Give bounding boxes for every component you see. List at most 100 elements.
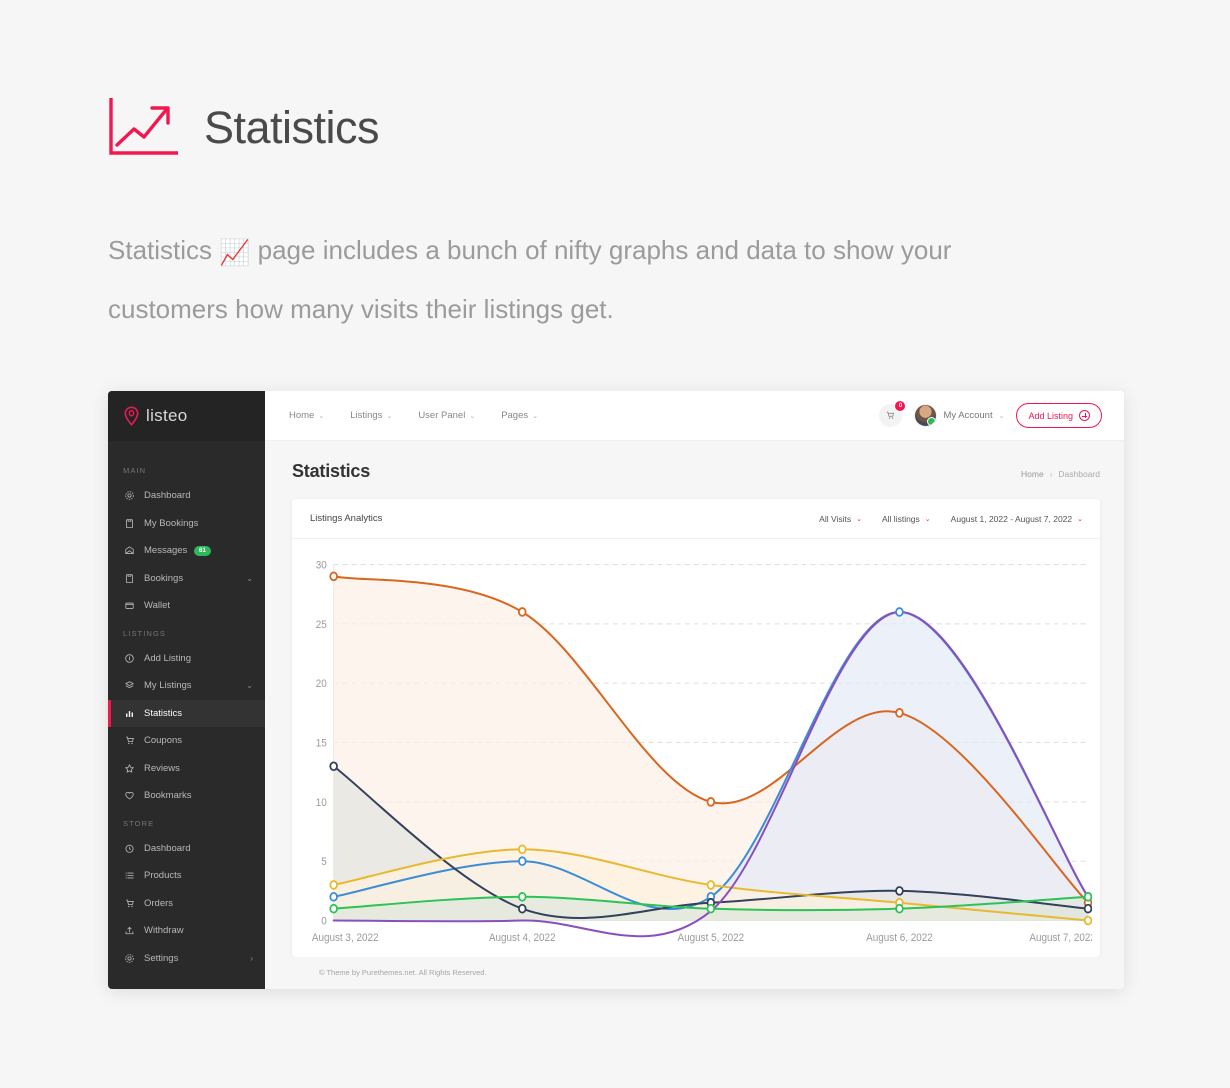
sidebar-label: Products	[144, 870, 182, 882]
page-body: Statistics Home › Dashboard Listings Ana…	[265, 441, 1124, 989]
sidebar-label: Messages	[144, 545, 188, 557]
chart-container: 0 5 10 15 20 25 30 August 3, 2022 August 4, 2022…	[292, 539, 1100, 957]
topnav-label: Home	[289, 410, 315, 421]
analytics-card: Listings Analytics All Visits ⌄ All list…	[292, 499, 1100, 957]
top-bar-right: 0 My Account ⌄ Add Listing	[879, 400, 1102, 428]
sidebar: listeo MAIN Dashboard My Bookings Messag…	[108, 391, 265, 989]
listings-analytics-chart[interactable]: 0 5 10 15 20 25 30 August 3, 2022 August 4, 2022…	[300, 553, 1092, 955]
logo[interactable]: listeo	[108, 391, 265, 441]
messages-badge: 61	[194, 546, 211, 556]
wallet-icon	[123, 599, 136, 612]
filter-all-visits[interactable]: All Visits ⌄	[819, 514, 862, 524]
sidebar-item-dashboard[interactable]: Dashboard	[108, 482, 265, 510]
content-area: Home ⌄ Listings ⌄ User Panel ⌄ Pages ⌄ 0…	[265, 391, 1124, 989]
chevron-down-icon: ⌄	[246, 573, 253, 583]
breadcrumb-home[interactable]: Home	[1021, 469, 1044, 479]
sidebar-item-add-listing[interactable]: Add Listing	[108, 645, 265, 673]
promo-description-part1: Statistics	[108, 235, 213, 265]
sidebar-label: Coupons	[144, 735, 183, 747]
page-title: Statistics	[204, 101, 380, 153]
filter-all-listings[interactable]: All listings ⌄	[882, 514, 931, 524]
card-title: Listings Analytics	[310, 513, 383, 524]
sidebar-label: Bookmarks	[144, 790, 192, 802]
sidebar-item-bookmarks[interactable]: Bookmarks	[108, 782, 265, 810]
promo-description: Statistics 📈 page includes a bunch of ni…	[108, 222, 1068, 337]
sidebar-item-orders[interactable]: Orders	[108, 890, 265, 918]
sidebar-label: Reviews	[144, 762, 180, 774]
svg-text:30: 30	[316, 559, 327, 572]
svg-text:August 6, 2022: August 6, 2022	[866, 932, 933, 945]
bar-chart-icon	[123, 707, 136, 720]
sidebar-item-statistics[interactable]: Statistics	[108, 699, 265, 727]
sidebar-item-store-dashboard[interactable]: Dashboard	[108, 835, 265, 863]
cart-icon	[123, 897, 136, 910]
chevron-down-icon: ⌄	[318, 412, 325, 420]
topnav-item-pages[interactable]: Pages ⌄	[501, 410, 538, 421]
sidebar-item-bookings[interactable]: Bookings ⌄	[108, 565, 265, 593]
cart-count-badge: 0	[894, 400, 907, 412]
sidebar-item-my-listings[interactable]: My Listings ⌄	[108, 672, 265, 700]
sidebar-label: Bookings	[144, 572, 184, 584]
clock-icon	[123, 842, 136, 855]
clipboard-icon	[123, 517, 136, 530]
cart-button[interactable]: 0	[879, 400, 907, 427]
sidebar-item-products[interactable]: Products	[108, 862, 265, 890]
chevron-down-icon: ⌄	[856, 515, 862, 523]
sidebar-label: Dashboard	[144, 842, 191, 854]
svg-text:August 7, 2022: August 7, 2022	[1029, 932, 1092, 945]
sidebar-section-main: MAIN	[123, 466, 147, 475]
sidebar-item-my-bookings[interactable]: My Bookings	[108, 510, 265, 538]
line-chart-up-icon	[109, 98, 178, 155]
breadcrumb: Home › Dashboard	[1021, 469, 1100, 479]
sidebar-label: Orders	[144, 897, 174, 909]
topnav-item-listings[interactable]: Listings ⌄	[350, 410, 392, 421]
sidebar-label: Add Listing	[144, 652, 192, 664]
svg-text:5: 5	[321, 856, 327, 869]
heart-icon	[123, 789, 136, 802]
sidebar-nav: MAIN Dashboard My Bookings Messages 61 B…	[108, 441, 265, 989]
chart-emoji-icon: 📈	[219, 239, 251, 267]
svg-text:August 5, 2022: August 5, 2022	[678, 932, 745, 945]
layers-icon	[123, 679, 136, 692]
star-icon	[123, 762, 136, 775]
sidebar-item-reviews[interactable]: Reviews	[108, 755, 265, 783]
clipboard-icon	[123, 572, 136, 585]
topnav-item-user-panel[interactable]: User Panel ⌄	[418, 410, 475, 421]
cart-icon	[123, 734, 136, 747]
card-header: Listings Analytics All Visits ⌄ All list…	[292, 499, 1100, 539]
filter-label: August 1, 2022 - August 7, 2022	[950, 513, 1073, 524]
sidebar-item-coupons[interactable]: Coupons	[108, 727, 265, 755]
sidebar-item-settings[interactable]: Settings ›	[108, 945, 265, 973]
sidebar-label: Withdraw	[144, 925, 184, 937]
chevron-down-icon: ⌄	[532, 412, 538, 420]
footer-copyright: © Theme by Purethemes.net. All Rights Re…	[292, 957, 1100, 989]
sidebar-section-store: STORE	[123, 818, 155, 828]
my-account-menu[interactable]: My Account ⌄	[914, 404, 1004, 427]
topnav-item-home[interactable]: Home ⌄	[289, 410, 324, 421]
sidebar-item-withdraw[interactable]: Withdraw	[108, 917, 265, 945]
breadcrumb-separator: ›	[1049, 469, 1053, 479]
page-header: Statistics Home › Dashboard	[292, 461, 1100, 482]
filter-date-range[interactable]: August 1, 2022 - August 7, 2022 ⌄	[951, 514, 1083, 524]
svg-text:25: 25	[316, 618, 327, 631]
shopping-cart-icon	[887, 411, 895, 419]
svg-text:10: 10	[316, 796, 327, 809]
plus-circle-icon	[1079, 410, 1090, 421]
chevron-right-icon: ›	[250, 953, 253, 963]
svg-text:15: 15	[316, 737, 327, 750]
gear-icon	[123, 952, 136, 965]
chevron-down-icon: ⌄	[469, 412, 476, 420]
chevron-down-icon: ⌄	[998, 412, 1005, 420]
topnav-label: Listings	[350, 410, 383, 421]
avatar	[914, 404, 938, 427]
svg-text:0: 0	[321, 915, 327, 928]
plus-circle-icon	[123, 652, 136, 665]
map-pin-icon	[124, 406, 139, 426]
sidebar-item-messages[interactable]: Messages 61	[108, 537, 265, 565]
card-filters: All Visits ⌄ All listings ⌄ August 1, 20…	[819, 514, 1083, 524]
sidebar-item-wallet[interactable]: Wallet	[108, 592, 265, 620]
sidebar-label: Settings	[144, 952, 179, 964]
chevron-down-icon: ⌄	[386, 412, 393, 420]
add-listing-button[interactable]: Add Listing	[1016, 403, 1102, 428]
filter-label: All Visits	[819, 513, 852, 524]
